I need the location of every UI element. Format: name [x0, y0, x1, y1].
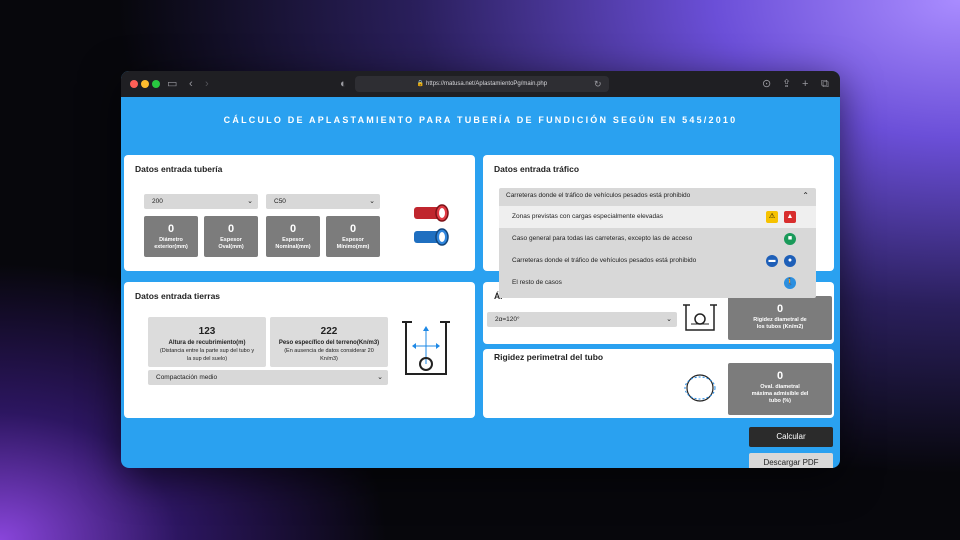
rigidez-diametral-label-1: Rigidez diametral de	[753, 317, 807, 323]
lock-icon: 🔒	[416, 81, 425, 87]
diametro-exterior-value: 0	[167, 223, 175, 235]
reload-icon[interactable]: ↻	[594, 76, 602, 92]
angle-diagram	[683, 304, 717, 331]
forward-icon[interactable]: ›	[205, 76, 209, 92]
altura-recubrimiento-hint-2: la sup del suelo)	[186, 356, 228, 362]
altura-recubrimiento-box: 123 Altura de recubrimiento(m) (Distanci…	[148, 317, 266, 367]
rigidez-diametral-label-2: los tubos (Kn/m2)	[756, 324, 804, 330]
trafico-select-value: Carreteras donde el tráfico de vehículos…	[506, 192, 691, 199]
descargar-pdf-button[interactable]: Descargar PDF	[749, 453, 833, 468]
espesor-nominal-value: 0	[289, 223, 297, 235]
maximize-window-button[interactable]	[152, 80, 160, 88]
chevron-down-icon: ⌄	[369, 198, 375, 205]
pedestrian-icon: 🚶	[784, 277, 796, 289]
diametro-exterior-label: Diámetro	[159, 237, 183, 243]
trench-diagram	[402, 321, 450, 375]
altura-recubrimiento-label: Altura de recubrimiento(m)	[168, 340, 246, 346]
chevron-down-icon: ⌄	[666, 316, 672, 323]
altura-recubrimiento-hint-1: (Distancia entre la parte sup del tubo y	[159, 348, 255, 354]
card-rigidez-perimetral-title: Rigidez perimetral del tubo	[494, 352, 604, 362]
chevron-up-icon: ⌃	[802, 191, 809, 200]
new-tab-icon[interactable]: +	[802, 76, 808, 92]
peso-especifico-value: 222	[320, 326, 338, 337]
peso-especifico-label: Peso específico del terreno(Kn/m3)	[278, 340, 380, 346]
minimize-window-button[interactable]	[141, 80, 149, 88]
card-rigidez-perimetral: Rigidez perimetral del tubo 0 Oval. diam…	[483, 349, 834, 418]
espesor-oval-box: 0 Espesor Oval(mm)	[204, 216, 258, 257]
back-icon[interactable]: ‹	[189, 76, 193, 92]
oval-diametral-label-2: máxima admisible del	[751, 391, 809, 397]
trafico-select[interactable]: Carreteras donde el tráfico de vehículos…	[499, 188, 816, 204]
card-trafico-title: Datos entrada tráfico	[494, 164, 580, 174]
diametro-exterior-box: 0 Diámetro exterior(mm)	[144, 216, 198, 257]
ovalization-diagram	[684, 374, 716, 402]
oval-diametral-box: 0 Oval. diametral máxima admisible del tub…	[728, 363, 832, 415]
trafico-option[interactable]: Carreteras donde el tráfico de vehículos…	[499, 250, 816, 272]
card-tuberia: Datos entrada tubería 200 ⌄ C50 ⌄ 0 Diám…	[124, 155, 475, 271]
compactacion-select-value: Compactación medio	[156, 374, 218, 381]
oval-diametral-label-3: tubo (%)	[769, 398, 791, 404]
espesor-oval-unit: Oval(mm)	[218, 244, 244, 250]
chevron-down-icon: ⌄	[247, 198, 253, 205]
browser-titlebar: ▭ ‹ › ◐ 🔒 https://matusa.net/Aplastamien…	[121, 71, 840, 97]
car-icon: ▬	[766, 255, 778, 267]
espesor-minimo-value: 0	[349, 223, 357, 235]
close-window-button[interactable]	[130, 80, 138, 88]
card-tierras-title: Datos entrada tierras	[135, 291, 221, 301]
diametro-exterior-unit: exterior(mm)	[154, 244, 188, 250]
app-content: CÁLCULO DE APLASTAMIENTO PARA TUBERÍA DE…	[121, 97, 840, 468]
trafico-option-label: Caso general para todas las carreteras, …	[512, 235, 693, 242]
sidebar-icon[interactable]: ▭	[167, 76, 177, 92]
calcular-button-label: Calcular	[776, 432, 806, 441]
rigidez-diametral-box: 0 Rigidez diametral de los tubos (Kn/m2)	[728, 296, 832, 340]
oval-diametral-label-1: Oval. diametral	[760, 384, 800, 390]
peso-especifico-hint-2: Kn/m3)	[320, 356, 338, 362]
trafico-dropdown[interactable]: Carreteras donde el tráfico de vehículos…	[499, 188, 816, 298]
class-select-value: C50	[274, 198, 286, 205]
peso-especifico-hint-1: (En ausencia de datos considerar 20	[284, 348, 374, 354]
card-tierras: Datos entrada tierras 123 Altura de recu…	[124, 282, 475, 418]
trafico-option-label: El resto de casos	[512, 279, 562, 286]
rigidez-diametral-value: 0	[776, 303, 784, 315]
browser-window: ▭ ‹ › ◐ 🔒 https://matusa.net/Aplastamien…	[121, 71, 840, 468]
compactacion-select[interactable]: Compactación medio ⌄	[148, 370, 388, 385]
share-icon[interactable]: ⇪	[782, 76, 791, 92]
traffic-sign-icon: ■	[784, 233, 796, 245]
shield-icon[interactable]: ◐	[340, 76, 347, 92]
warning-triangle-icon: ▲	[784, 211, 796, 223]
tabs-overview-icon[interactable]: ⧉	[821, 76, 829, 92]
url-text: https://matusa.net/AplastamientoPg/main.…	[426, 81, 548, 87]
pipe-image	[414, 204, 449, 246]
espesor-oval-value: 0	[227, 223, 235, 235]
angulo-select[interactable]: 2α=120° ⌄	[487, 312, 677, 327]
espesor-minimo-unit: Mínimo(mm)	[336, 244, 370, 250]
trafico-option-label: Zonas previstas con cargas especialmente…	[512, 213, 664, 220]
page-title: CÁLCULO DE APLASTAMIENTO PARA TUBERÍA DE…	[223, 115, 738, 125]
angulo-select-value: 2α=120°	[495, 316, 520, 323]
espesor-oval-label: Espesor	[220, 237, 242, 243]
espesor-minimo-label: Espesor	[342, 237, 364, 243]
peso-especifico-box: 222 Peso específico del terreno(Kn/m3) (…	[270, 317, 388, 367]
diameter-select-value: 200	[152, 198, 163, 205]
trafico-option[interactable]: El resto de casos 🚶	[499, 272, 816, 294]
calcular-button[interactable]: Calcular	[749, 427, 833, 447]
chevron-down-icon: ⌄	[377, 374, 383, 381]
class-select[interactable]: C50 ⌄	[266, 194, 380, 209]
altura-recubrimiento-value: 123	[198, 326, 216, 337]
card-tuberia-title: Datos entrada tubería	[135, 164, 223, 174]
heavy-load-icon: ⚠	[766, 211, 778, 223]
oval-diametral-value: 0	[776, 370, 784, 382]
espesor-nominal-box: 0 Espesor Nominal(mm)	[266, 216, 320, 257]
trafico-option-label: Carreteras donde el tráfico de vehículos…	[512, 257, 697, 264]
diameter-select[interactable]: 200 ⌄	[144, 194, 258, 209]
car-front-icon: ●	[784, 255, 796, 267]
download-icon[interactable]: ⊙	[762, 76, 771, 92]
trafico-option[interactable]: Caso general para todas las carreteras, …	[499, 228, 816, 250]
espesor-minimo-box: 0 Espesor Mínimo(mm)	[326, 216, 380, 257]
url-bar[interactable]: 🔒 https://matusa.net/AplastamientoPg/mai…	[355, 76, 609, 92]
descargar-pdf-button-label: Descargar PDF	[763, 458, 819, 467]
trafico-option[interactable]: Zonas previstas con cargas especialmente…	[499, 206, 816, 228]
espesor-nominal-label: Espesor	[282, 237, 304, 243]
espesor-nominal-unit: Nominal(mm)	[275, 244, 311, 250]
